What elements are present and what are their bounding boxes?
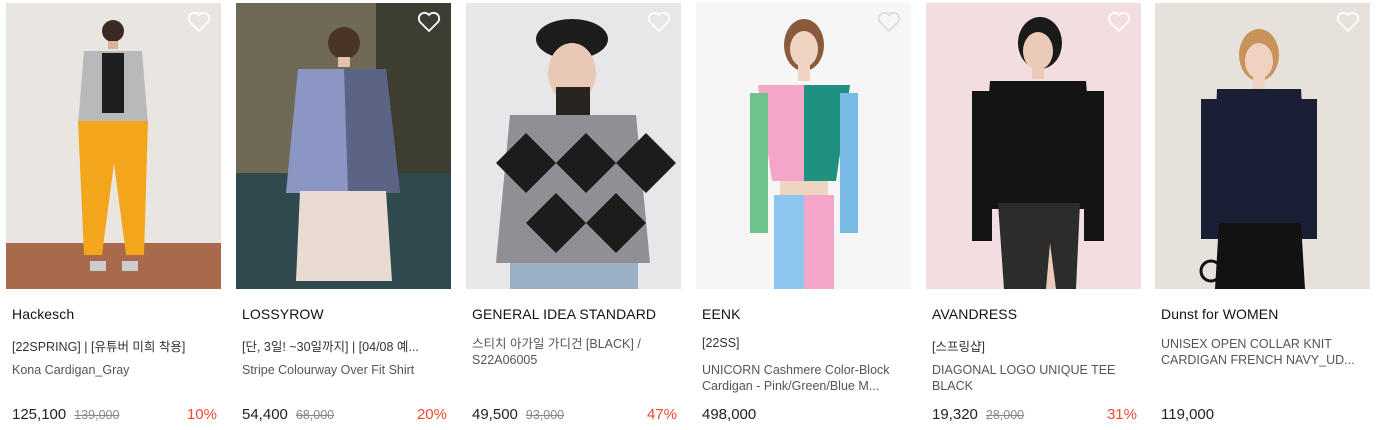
product-card[interactable]: AVANDRESS [스프링샵] DIAGONAL LOGO UNIQUE TE…: [926, 3, 1141, 427]
product-name-line: Cardigan - Pink/Green/Blue M...: [702, 379, 880, 393]
product-grid: Hackesch [22SPRING] | [유튜버 미희 착용] Kona C…: [0, 0, 1377, 430]
discount-rate: 20%: [416, 406, 447, 423]
product-image[interactable]: [6, 3, 221, 289]
product-image[interactable]: [926, 3, 1141, 289]
sale-price: 125,100: [12, 406, 67, 423]
product-name-line: DIAGONAL LOGO UNIQUE TEE: [932, 363, 1116, 377]
product-name-line: 스티치 아가일 가디건 [BLACK] /: [472, 337, 641, 351]
product-name-line: CARDIGAN FRENCH NAVY_UD...: [1161, 353, 1355, 367]
sale-price: 49,500: [472, 406, 518, 423]
price: 119,000: [1161, 406, 1214, 423]
product-card[interactable]: EENK [22SS] UNICORN Cashmere Color-Block…: [696, 3, 911, 427]
product-tag: [단, 3일! ~30일까지] | [04/08 예...: [242, 340, 419, 354]
product-name[interactable]: Stripe Colourway Over Fit Shirt: [242, 362, 447, 378]
brand-name[interactable]: EENK: [702, 306, 741, 322]
product-tag: [22SS]: [702, 336, 740, 350]
brand-name[interactable]: AVANDRESS: [932, 306, 1017, 322]
price: 125,100 139,000: [12, 406, 119, 423]
product-image[interactable]: [466, 3, 681, 289]
product-image[interactable]: [696, 3, 911, 289]
product-tag: [스프링샵]: [932, 340, 985, 354]
product-name-line: Stripe Colourway Over Fit Shirt: [242, 363, 415, 377]
product-image[interactable]: [236, 3, 451, 289]
price: 498,000: [702, 406, 756, 423]
product-tag: [22SPRING] | [유튜버 미희 착용]: [12, 340, 186, 354]
brand-name[interactable]: Hackesch: [12, 306, 74, 322]
price: 49,500 93,000: [472, 406, 564, 423]
sale-price: 19,320: [932, 406, 978, 423]
price: 19,320 28,000: [932, 406, 1024, 423]
discount-rate: 31%: [1106, 406, 1137, 423]
discount-rate: 10%: [186, 406, 217, 423]
product-name[interactable]: DIAGONAL LOGO UNIQUE TEE BLACK: [932, 362, 1137, 394]
heart-outline-icon[interactable]: [417, 11, 441, 33]
product-name-line: UNICORN Cashmere Color-Block: [702, 363, 890, 377]
brand-name[interactable]: Dunst for WOMEN: [1161, 306, 1278, 322]
product-card[interactable]: GENERAL IDEA STANDARD 스티치 아가일 가디건 [BLACK…: [466, 3, 681, 427]
heart-outline-icon[interactable]: [1336, 11, 1360, 33]
product-name[interactable]: UNISEX OPEN COLLAR KNIT CARDIGAN FRENCH …: [1161, 336, 1366, 368]
product-card[interactable]: Dunst for WOMEN UNISEX OPEN COLLAR KNIT …: [1155, 3, 1370, 427]
sale-price: 119,000: [1161, 406, 1215, 423]
original-price: 139,000: [74, 408, 120, 422]
product-name-line: UNISEX OPEN COLLAR KNIT: [1161, 337, 1332, 351]
product-image[interactable]: [1155, 3, 1370, 289]
product-name-line: S22A06005: [472, 353, 538, 367]
brand-name[interactable]: GENERAL IDEA STANDARD: [472, 306, 656, 322]
heart-outline-icon[interactable]: [1107, 11, 1131, 33]
product-card[interactable]: Hackesch [22SPRING] | [유튜버 미희 착용] Kona C…: [6, 3, 221, 427]
product-name[interactable]: UNICORN Cashmere Color-Block Cardigan - …: [702, 362, 907, 394]
original-price: 68,000: [295, 408, 335, 422]
price: 54,400 68,000: [242, 406, 334, 423]
heart-outline-icon[interactable]: [187, 11, 211, 33]
product-name-line: Kona Cardigan_Gray: [12, 363, 130, 377]
product-name[interactable]: Kona Cardigan_Gray: [12, 362, 217, 378]
sale-price: 498,000: [702, 406, 757, 423]
heart-outline-icon[interactable]: [877, 11, 901, 33]
product-card[interactable]: LOSSYROW [단, 3일! ~30일까지] | [04/08 예... S…: [236, 3, 451, 427]
product-name-line: BLACK: [932, 379, 973, 393]
sale-price: 54,400: [242, 406, 288, 423]
original-price: 28,000: [985, 408, 1025, 422]
discount-rate: 47%: [646, 406, 677, 423]
original-price: 93,000: [525, 408, 565, 422]
product-name[interactable]: 스티치 아가일 가디건 [BLACK] / S22A06005: [472, 336, 677, 368]
heart-outline-icon[interactable]: [647, 11, 671, 33]
brand-name[interactable]: LOSSYROW: [242, 306, 324, 322]
